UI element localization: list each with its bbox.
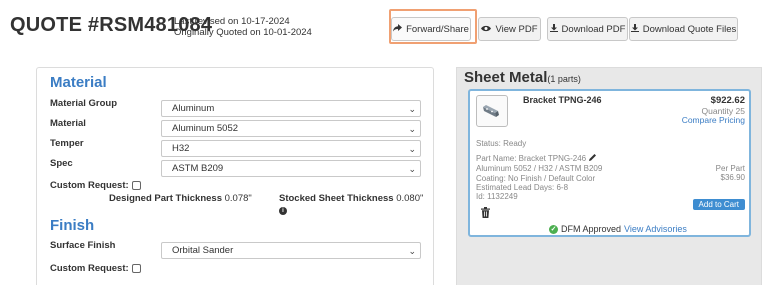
- add-to-cart-button[interactable]: Add to Cart: [692, 199, 745, 210]
- part-name-line: Part Name: Bracket TPNG-246: [476, 154, 587, 163]
- material-custom-request-label: Custom Request:: [50, 180, 129, 191]
- download-quote-files-label: Download Quote Files: [642, 23, 737, 35]
- temper-value: H32: [172, 143, 190, 154]
- finish-custom-request-label: Custom Request:: [50, 263, 129, 274]
- coating-line: Coating: No Finish / Default Color: [476, 173, 596, 183]
- part-details: Part Name: Bracket TPNG-246 Aluminum 505…: [476, 153, 602, 201]
- part-card[interactable]: Bracket TPNG-246 $922.62 Quantity 25 Com…: [468, 89, 751, 237]
- forward-share-label: Forward/Share: [406, 23, 469, 35]
- sheet-metal-title-text: Sheet Metal: [464, 69, 548, 86]
- per-part-value: $36.90: [720, 173, 745, 183]
- part-thumbnail[interactable]: [476, 95, 508, 127]
- chevron-down-icon: ⌄: [408, 246, 416, 256]
- designed-thickness-label: Designed Part Thickness: [109, 193, 222, 204]
- material-section-title: Material: [50, 74, 107, 91]
- dfm-status: ✓ DFM Approved View Advisories: [549, 224, 687, 234]
- spec-value: ASTM B209: [172, 163, 224, 174]
- per-part-label: Per Part: [715, 164, 745, 173]
- stocked-thickness: Stocked Sheet Thickness 0.080" i: [279, 193, 433, 215]
- material-select[interactable]: Aluminum 5052 ⌄: [161, 120, 421, 137]
- view-pdf-label: View PDF: [495, 23, 538, 35]
- stocked-thickness-value: 0.080": [396, 193, 424, 204]
- share-arrow-icon: [393, 23, 403, 35]
- surface-finish-label: Surface Finish: [50, 240, 116, 251]
- sheet-metal-panel: Sheet Metal(1 parts) Bracket TPNG-246 $9…: [456, 67, 762, 285]
- total-price: $922.62: [710, 95, 745, 106]
- finish-custom-request: Custom Request:: [50, 263, 141, 274]
- finish-custom-request-checkbox[interactable]: [131, 264, 141, 273]
- pencil-icon[interactable]: [588, 153, 597, 164]
- material-group-value: Aluminum: [172, 103, 215, 114]
- chevron-down-icon: ⌄: [408, 124, 416, 134]
- material-group-select[interactable]: Aluminum ⌄: [161, 100, 421, 117]
- spec-label: Spec: [50, 158, 73, 169]
- finish-section-title: Finish: [50, 217, 95, 234]
- download-icon: [630, 23, 639, 35]
- eye-icon: [481, 24, 492, 35]
- material-label: Material: [50, 118, 86, 129]
- chevron-down-icon: ⌄: [408, 104, 416, 114]
- temper-label: Temper: [50, 138, 84, 149]
- sheet-metal-part-count: (1 parts): [547, 74, 581, 84]
- download-icon: [549, 23, 558, 35]
- forward-share-button[interactable]: Forward/Share: [391, 17, 471, 41]
- material-group-label: Material Group: [50, 98, 118, 109]
- per-part-price: Per Part $36.90: [716, 164, 745, 183]
- chevron-down-icon: ⌄: [408, 144, 416, 154]
- designed-thickness-value: 0.078": [224, 193, 252, 204]
- id-line: Id: 1132249: [476, 192, 518, 202]
- material-custom-request: Custom Request:: [50, 180, 141, 191]
- designed-thickness: Designed Part Thickness 0.078": [109, 193, 252, 204]
- download-pdf-button[interactable]: Download PDF: [547, 17, 628, 41]
- surface-finish-value: Orbital Sander: [172, 245, 234, 256]
- quote-dates: Last revised on 10-17-2024 Originally Qu…: [174, 16, 312, 38]
- chevron-down-icon: ⌄: [408, 164, 416, 174]
- stocked-thickness-label: Stocked Sheet Thickness: [279, 193, 394, 204]
- material-finish-panel: Material Material Group Aluminum ⌄ Mater…: [36, 67, 434, 285]
- status-line: Status: Ready: [476, 139, 527, 148]
- last-revised-text: Last revised on 10-17-2024: [174, 16, 290, 27]
- temper-select[interactable]: H32 ⌄: [161, 140, 421, 157]
- originally-quoted-text: Originally Quoted on 10-01-2024: [174, 27, 312, 38]
- part-name: Bracket TPNG-246: [523, 95, 602, 105]
- download-quote-files-button[interactable]: Download Quote Files: [629, 17, 738, 41]
- view-pdf-button[interactable]: View PDF: [478, 17, 541, 41]
- download-pdf-label: Download PDF: [561, 23, 626, 35]
- material-custom-request-checkbox[interactable]: [131, 181, 141, 190]
- material-value: Aluminum 5052: [172, 123, 239, 134]
- trash-icon[interactable]: [481, 205, 490, 223]
- info-icon[interactable]: i: [279, 207, 287, 215]
- check-circle-icon: ✓: [549, 224, 558, 234]
- view-advisories-link[interactable]: View Advisories: [624, 224, 687, 234]
- sheet-metal-title: Sheet Metal(1 parts): [464, 69, 581, 86]
- bracket-part-icon: [483, 105, 499, 117]
- compare-pricing-link[interactable]: Compare Pricing: [682, 115, 745, 125]
- surface-finish-select[interactable]: Orbital Sander ⌄: [161, 242, 421, 259]
- material-line: Aluminum 5052 / H32 / ASTM B209: [476, 164, 603, 174]
- spec-select[interactable]: ASTM B209 ⌄: [161, 160, 421, 177]
- dfm-approved-text: DFM Approved: [561, 224, 622, 234]
- lead-days-line: Estimated Lead Days: 6-8: [476, 182, 569, 192]
